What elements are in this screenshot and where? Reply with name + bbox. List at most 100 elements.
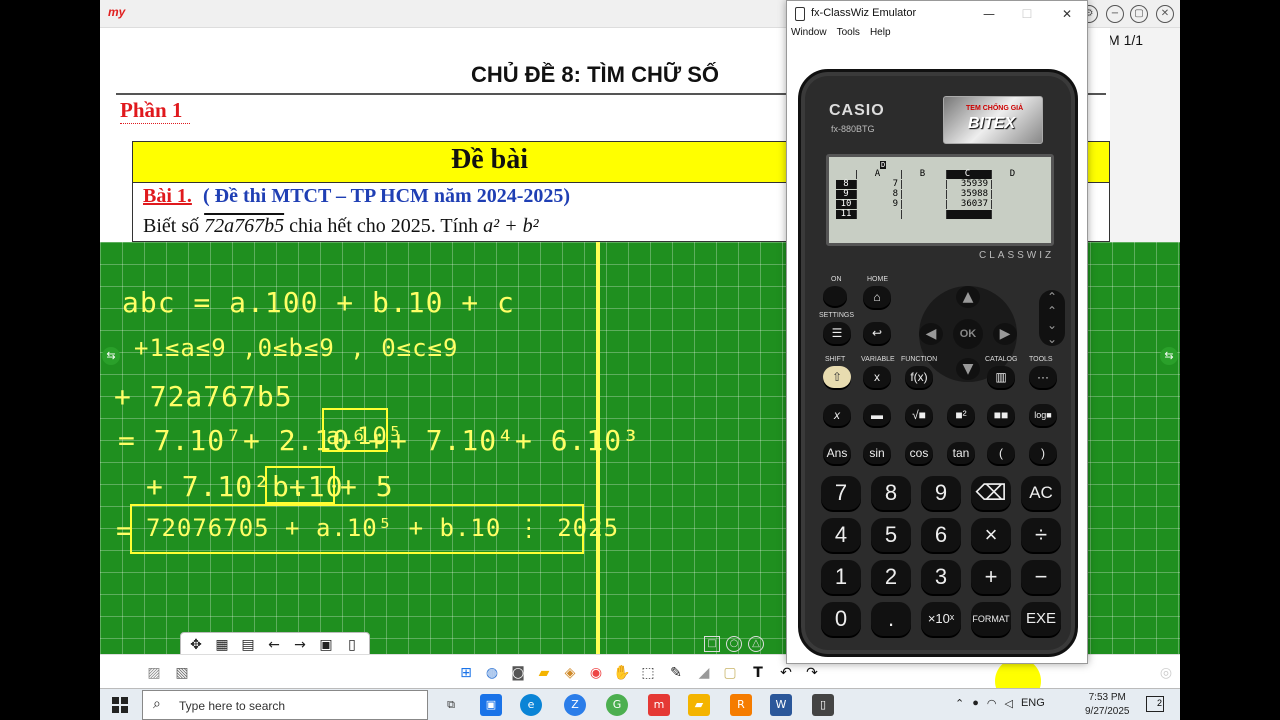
tools-key[interactable]: ··· [1029, 366, 1057, 388]
select-icon[interactable]: ⬚ [638, 663, 658, 683]
multiply-key[interactable]: × [971, 518, 1011, 552]
function-key[interactable]: f(x) [905, 366, 933, 388]
frame-icon[interactable]: ▢ [720, 663, 740, 683]
divide-key[interactable]: ÷ [1021, 518, 1061, 552]
reader-icon[interactable]: R [730, 694, 752, 716]
windows-grid-icon[interactable]: ⊞ [456, 663, 476, 683]
settings-key[interactable]: ☰ [823, 322, 851, 344]
ac-key[interactable]: AC [1021, 476, 1061, 510]
browser-icon[interactable]: ◉ [586, 663, 606, 683]
shift-key[interactable]: ⇧ [823, 366, 851, 388]
key-9[interactable]: 9 [921, 476, 961, 510]
clock[interactable]: 7:53 PM 9/27/2025 [1085, 691, 1130, 719]
key-4[interactable]: 4 [821, 518, 861, 552]
plus-key[interactable]: + [971, 560, 1011, 594]
windows-start-icon[interactable] [112, 697, 128, 713]
edge-icon[interactable]: e [520, 694, 542, 716]
eraser-icon[interactable]: ◢ [694, 663, 714, 683]
undo-icon[interactable]: ↶ [776, 663, 796, 683]
menu-help[interactable]: Help [870, 27, 891, 45]
myviewboard-icon[interactable]: m [648, 694, 670, 716]
down-arrow-icon[interactable]: ▼ [956, 358, 980, 380]
microphone-icon[interactable]: ● [972, 697, 979, 710]
tan-key[interactable]: tan [947, 442, 975, 464]
left-paren-key[interactable]: ( [987, 442, 1015, 464]
text-tool-icon[interactable]: T [748, 663, 768, 683]
format-key[interactable]: FORMAT [971, 602, 1011, 636]
on-key[interactable] [823, 286, 847, 306]
pen-icon[interactable]: ✎ [666, 663, 686, 683]
tray-up-icon[interactable]: ⌃ [955, 697, 964, 710]
app-green-icon[interactable]: G [606, 694, 628, 716]
key-8[interactable]: 8 [871, 476, 911, 510]
restore-icon[interactable]: ▢ [1130, 5, 1148, 23]
exe-key[interactable]: EXE [1021, 602, 1061, 636]
key-3[interactable]: 3 [921, 560, 961, 594]
page-count-icon[interactable]: ▯ [341, 635, 363, 655]
square-key[interactable]: ■² [947, 404, 975, 426]
gallery-icon[interactable]: ▨ [144, 663, 164, 683]
redo-icon[interactable]: ↷ [802, 663, 822, 683]
right-arrow-icon[interactable]: ▶ [993, 323, 1017, 345]
hand-icon[interactable]: ✋ [612, 663, 632, 683]
key-2[interactable]: 2 [871, 560, 911, 594]
emulator-minimize-icon[interactable]: — [977, 5, 1001, 23]
ok-button[interactable]: OK [953, 319, 983, 349]
next-page-arrow-icon[interactable]: ⇆ [1160, 347, 1178, 365]
move-icon[interactable]: ✥ [185, 635, 207, 655]
apps-icon[interactable]: ◍ [482, 663, 502, 683]
sqrt-key[interactable]: √■ [905, 404, 933, 426]
prev-page-arrow-icon[interactable]: ⇆ [102, 347, 120, 365]
back-key[interactable]: ↩ [863, 322, 891, 344]
notification-icon[interactable]: 2 [1146, 696, 1164, 712]
menu-tools[interactable]: Tools [837, 27, 860, 45]
x-key[interactable]: x [823, 404, 851, 426]
user-icon[interactable]: ◎ [1156, 663, 1176, 683]
sin-key[interactable]: sin [863, 442, 891, 464]
scroll-key[interactable]: ⌃ ⌃ ⌄ ⌄ [1039, 290, 1065, 346]
left-arrow-icon[interactable]: ◀ [919, 323, 943, 345]
task-view-icon[interactable]: ⧉ [440, 694, 462, 716]
variable-key[interactable]: x [863, 366, 891, 388]
cos-key[interactable]: cos [905, 442, 933, 464]
key-1[interactable]: 1 [821, 560, 861, 594]
emulator-close-icon[interactable]: ✕ [1055, 5, 1079, 23]
triangle-shape-icon[interactable]: △ [748, 636, 764, 652]
file-explorer-icon[interactable]: ▰ [688, 694, 710, 716]
volume-icon[interactable]: ◁ [1004, 697, 1012, 710]
add-page-icon[interactable]: ▣ [315, 635, 337, 655]
minimize-icon[interactable]: − [1106, 5, 1124, 23]
fraction-key[interactable]: ▬ [863, 404, 891, 426]
decimal-key[interactable]: . [871, 602, 911, 636]
minus-key[interactable]: − [1021, 560, 1061, 594]
home-key[interactable]: ⌂ [863, 286, 891, 308]
circle-shape-icon[interactable]: ○ [726, 636, 742, 652]
square-shape-icon[interactable]: □ [704, 636, 720, 652]
delete-key[interactable]: ⌫ [971, 476, 1011, 510]
language-indicator[interactable]: ENG [1021, 697, 1045, 710]
catalog-key[interactable]: ▥ [987, 366, 1015, 388]
right-paren-key[interactable]: ) [1029, 442, 1057, 464]
calculator-taskbar-icon[interactable]: ▯ [812, 694, 834, 716]
zalo-icon[interactable]: Z [564, 694, 586, 716]
folder-icon[interactable]: ▰ [534, 663, 554, 683]
key-0[interactable]: 0 [821, 602, 861, 636]
close-icon[interactable]: ✕ [1156, 5, 1174, 23]
up-arrow-icon[interactable]: ▲ [956, 286, 980, 308]
back-arrow-icon[interactable]: ← [263, 635, 285, 655]
forward-arrow-icon[interactable]: → [289, 635, 311, 655]
exp-key[interactable]: ×10ˣ [921, 602, 961, 636]
emulator-maximize-icon[interactable]: ☐ [1015, 5, 1039, 23]
box-icon[interactable]: ◈ [560, 663, 580, 683]
store-icon[interactable]: ▣ [480, 694, 502, 716]
clipboard-icon[interactable]: ▤ [237, 635, 259, 655]
camera-icon[interactable]: ◙ [508, 663, 528, 683]
media-icon[interactable]: ▧ [172, 663, 192, 683]
word-icon[interactable]: W [770, 694, 792, 716]
log-key[interactable]: log■ [1029, 404, 1057, 426]
key-6[interactable]: 6 [921, 518, 961, 552]
menu-window[interactable]: Window [791, 27, 827, 45]
power-key[interactable]: ■■ [987, 404, 1015, 426]
taskbar-search[interactable]: ⌕ Type here to search [142, 690, 428, 720]
ans-key[interactable]: Ans [823, 442, 851, 464]
